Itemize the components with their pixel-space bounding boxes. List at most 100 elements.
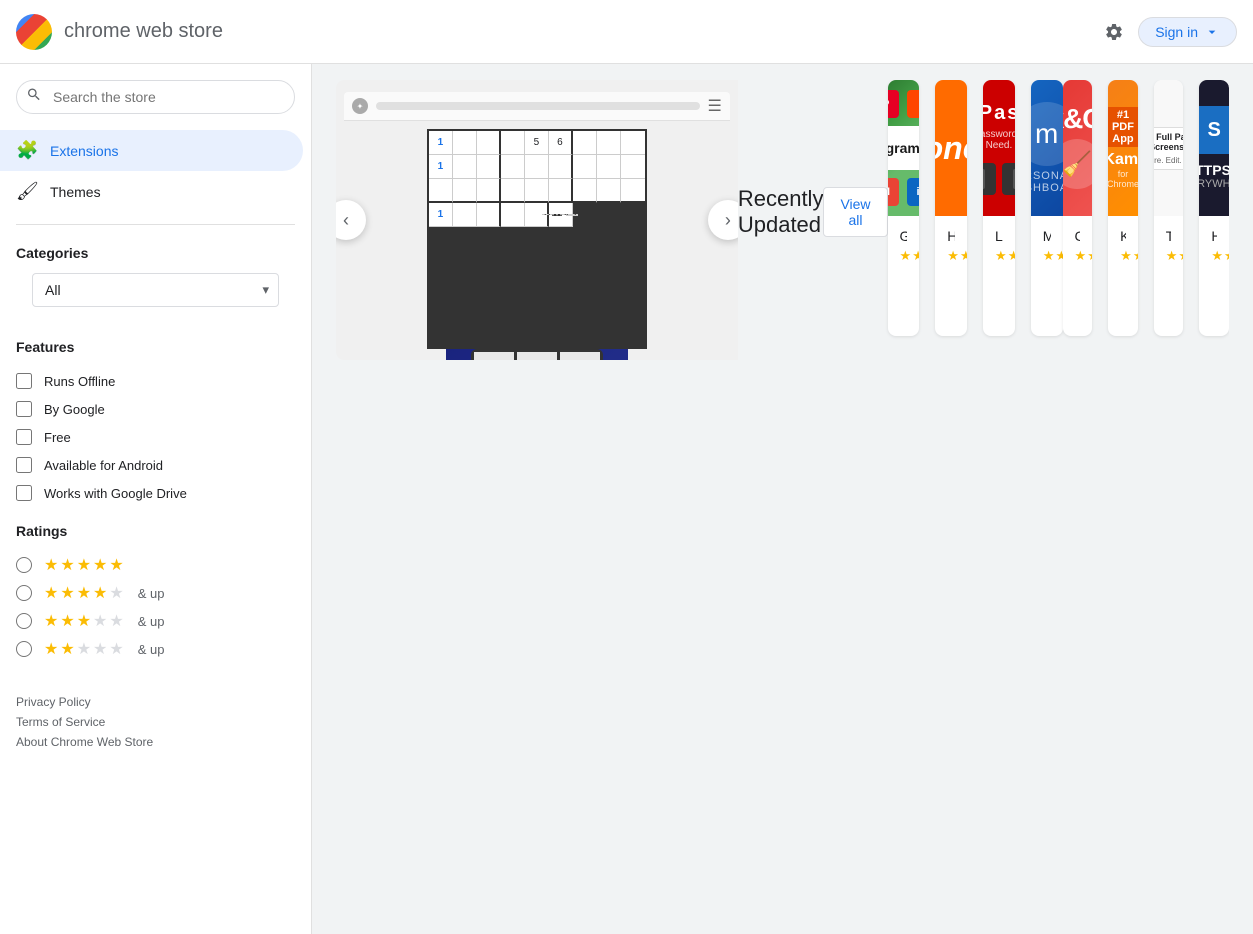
settings-icon[interactable] [1102, 20, 1126, 44]
honey-rating: ★★★★★ 130,262 [947, 248, 955, 264]
honey-image: honey [935, 80, 967, 216]
categories-label: Categories [16, 245, 295, 261]
rating-4-up[interactable]: ★★★★★ & up [16, 579, 295, 607]
card-https[interactable]: S HTTPS:// EVERYWHERE HTTPS Everywh... ★… [1199, 80, 1229, 336]
kami-logo: #1 PDF App Kami for Chrome [1108, 107, 1138, 189]
works-google-drive-label: Works with Google Drive [44, 486, 187, 501]
ratings-section: Ratings ★★★★★ ★★★★★ & up ★★★★★ & up [0, 515, 311, 671]
search-box [16, 80, 295, 114]
rating-5[interactable]: ★★★★★ [16, 551, 295, 579]
rating-3-up[interactable]: ★★★★★ & up [16, 607, 295, 635]
5-stars: ★★★★★ [44, 555, 124, 575]
category-select[interactable]: All [32, 273, 279, 307]
features-section: Features Runs Offline By Google Free Ava… [0, 331, 311, 515]
kami-rating: ★★★★★ 18,900 [1120, 248, 1126, 264]
sidebar: 🧩 Extensions 🖌 Themes Categories All ▾ F… [0, 64, 312, 934]
grammarly-info: Grammarly for Chrome ★★★★★ 36,123 [888, 216, 920, 276]
tabcapture-image: PC Full Page Screenshots Capture. Edit. … [1154, 80, 1184, 216]
lastpass-image: LastPass•••| The Last Password You'll Ev… [983, 80, 1015, 216]
rating-2-up[interactable]: ★★★★★ & up [16, 635, 295, 663]
by-google-checkbox[interactable] [16, 401, 32, 417]
3-stars: ★★★★★ [44, 611, 124, 631]
rating-2-radio[interactable] [16, 641, 32, 657]
card-grammarly[interactable]: Y P r B G grammarly f M in [888, 80, 920, 336]
honey-name: Honey [947, 228, 955, 244]
momentum-info: Momentum ★★★★★ 13,796 [1031, 216, 1063, 276]
feature-by-google[interactable]: By Google [16, 395, 295, 423]
card-honey[interactable]: honey Honey ★★★★★ 130,262 [935, 80, 967, 336]
sign-in-button[interactable]: Sign in [1138, 17, 1237, 47]
card-lastpass[interactable]: LastPass•••| The Last Password You'll Ev… [983, 80, 1015, 336]
search-input[interactable] [16, 80, 295, 114]
feature-runs-offline[interactable]: Runs Offline [16, 367, 295, 395]
grammarly-image: Y P r B G grammarly f M in [888, 80, 920, 216]
sign-in-label: Sign in [1155, 24, 1198, 40]
4-stars: ★★★★★ [44, 583, 124, 603]
rating-4-label: & up [138, 586, 165, 601]
grammarly-rating: ★★★★★ 36,123 [900, 248, 908, 264]
categories-section: Categories All ▾ [0, 237, 311, 331]
sudoku-icon: 1 2 3 6 5 4 7 8 9 [471, 349, 603, 360]
grammarly-name: Grammarly for Chrome [900, 228, 908, 244]
category-select-wrap: All ▾ [32, 273, 279, 307]
carousel-brand: 1 2 3 6 5 4 7 8 9 Amazing Sudoku [446, 349, 627, 360]
lastpass-name: LastPass: Free Password Man... [995, 228, 1003, 244]
https-name: HTTPS Everywh... [1211, 228, 1217, 244]
app-title: chrome web store [64, 20, 1090, 43]
extensions-label: Extensions [50, 143, 118, 159]
view-all-button[interactable]: View all [823, 187, 887, 237]
brush-icon: 🖌 [16, 181, 36, 202]
privacy-policy-link[interactable]: Privacy Policy [16, 695, 295, 709]
available-android-label: Available for Android [44, 458, 163, 473]
feature-free[interactable]: Free [16, 423, 295, 451]
2-stars: ★★★★★ [44, 639, 124, 659]
carousel-inner: ✦ ☰ 1 5 6 [336, 80, 1229, 360]
rating-4-radio[interactable] [16, 585, 32, 601]
carousel: ✦ ☰ 1 5 6 [336, 80, 1229, 360]
https-image: S HTTPS:// EVERYWHERE [1199, 80, 1229, 216]
runs-offline-checkbox[interactable] [16, 373, 32, 389]
feature-available-android[interactable]: Available for Android [16, 451, 295, 479]
lastpass-rating: ★★★★★ 28,574 [995, 248, 1003, 264]
feature-works-google-drive[interactable]: Works with Google Drive [16, 479, 295, 507]
https-info: HTTPS Everywh... ★★★★★ 11,300 [1199, 216, 1229, 276]
pinterest-icon: P [888, 90, 900, 118]
main-content: ✦ ☰ 1 5 6 [312, 64, 1253, 934]
carousel-screenshot: ✦ ☰ 1 5 6 [336, 80, 738, 360]
app-header: chrome web store Sign in [0, 0, 1253, 64]
cards-grid-row1: Y P r B G grammarly f M in [888, 80, 1063, 336]
free-checkbox[interactable] [16, 429, 32, 445]
gmail-icon: M [888, 178, 900, 206]
by-google-label: By Google [44, 402, 105, 417]
recently-updated-title: Recently Updated [738, 186, 824, 238]
sidebar-divider [16, 224, 295, 225]
card-kami[interactable]: #1 PDF App Kami for Chrome Kami Extensio… [1108, 80, 1138, 336]
tabcapture-info: Tab Welcomer Screenshot E... ★★★★★ 9,200 [1154, 216, 1184, 276]
available-android-checkbox[interactable] [16, 457, 32, 473]
card-tabcapture[interactable]: PC Full Page Screenshots Capture. Edit. … [1154, 80, 1184, 336]
ratings-label: Ratings [16, 523, 295, 539]
tabcapture-rating: ★★★★★ 9,200 [1166, 248, 1172, 264]
kami-image: #1 PDF App Kami for Chrome [1108, 80, 1138, 216]
rating-3-radio[interactable] [16, 613, 32, 629]
rating-5-radio[interactable] [16, 557, 32, 573]
puzzle-icon: 🧩 [16, 140, 36, 161]
recently-updated-header: Recently Updated View all [738, 80, 888, 344]
sidebar-item-extensions[interactable]: 🧩 Extensions [0, 130, 303, 171]
clickclean-name: Click&Clean [1075, 228, 1081, 244]
about-link[interactable]: About Chrome Web Store [16, 735, 295, 749]
sidebar-item-themes[interactable]: 🖌 Themes [0, 171, 303, 212]
clickclean-logo: Click&Clean 🧹 [1063, 103, 1093, 193]
themes-label: Themes [50, 184, 101, 200]
https-logo: S HTTPS:// EVERYWHERE [1199, 106, 1229, 190]
card-clickclean[interactable]: Click&Clean 🧹 Click&Clean ★★★★★ 22,410 [1063, 80, 1093, 336]
works-google-drive-checkbox[interactable] [16, 485, 32, 501]
sidebar-footer: Privacy Policy Terms of Service About Ch… [0, 679, 311, 771]
chrome-logo [16, 14, 52, 50]
rating-2-label: & up [138, 642, 165, 657]
https-rating: ★★★★★ 11,300 [1211, 248, 1217, 264]
terms-of-service-link[interactable]: Terms of Service [16, 715, 295, 729]
momentum-image: m PERSONAL DASHBOARD [1031, 80, 1063, 216]
card-momentum[interactable]: m PERSONAL DASHBOARD Momentum ★★★★★ 13,7… [1031, 80, 1063, 336]
momentum-rating: ★★★★★ 13,796 [1043, 248, 1051, 264]
